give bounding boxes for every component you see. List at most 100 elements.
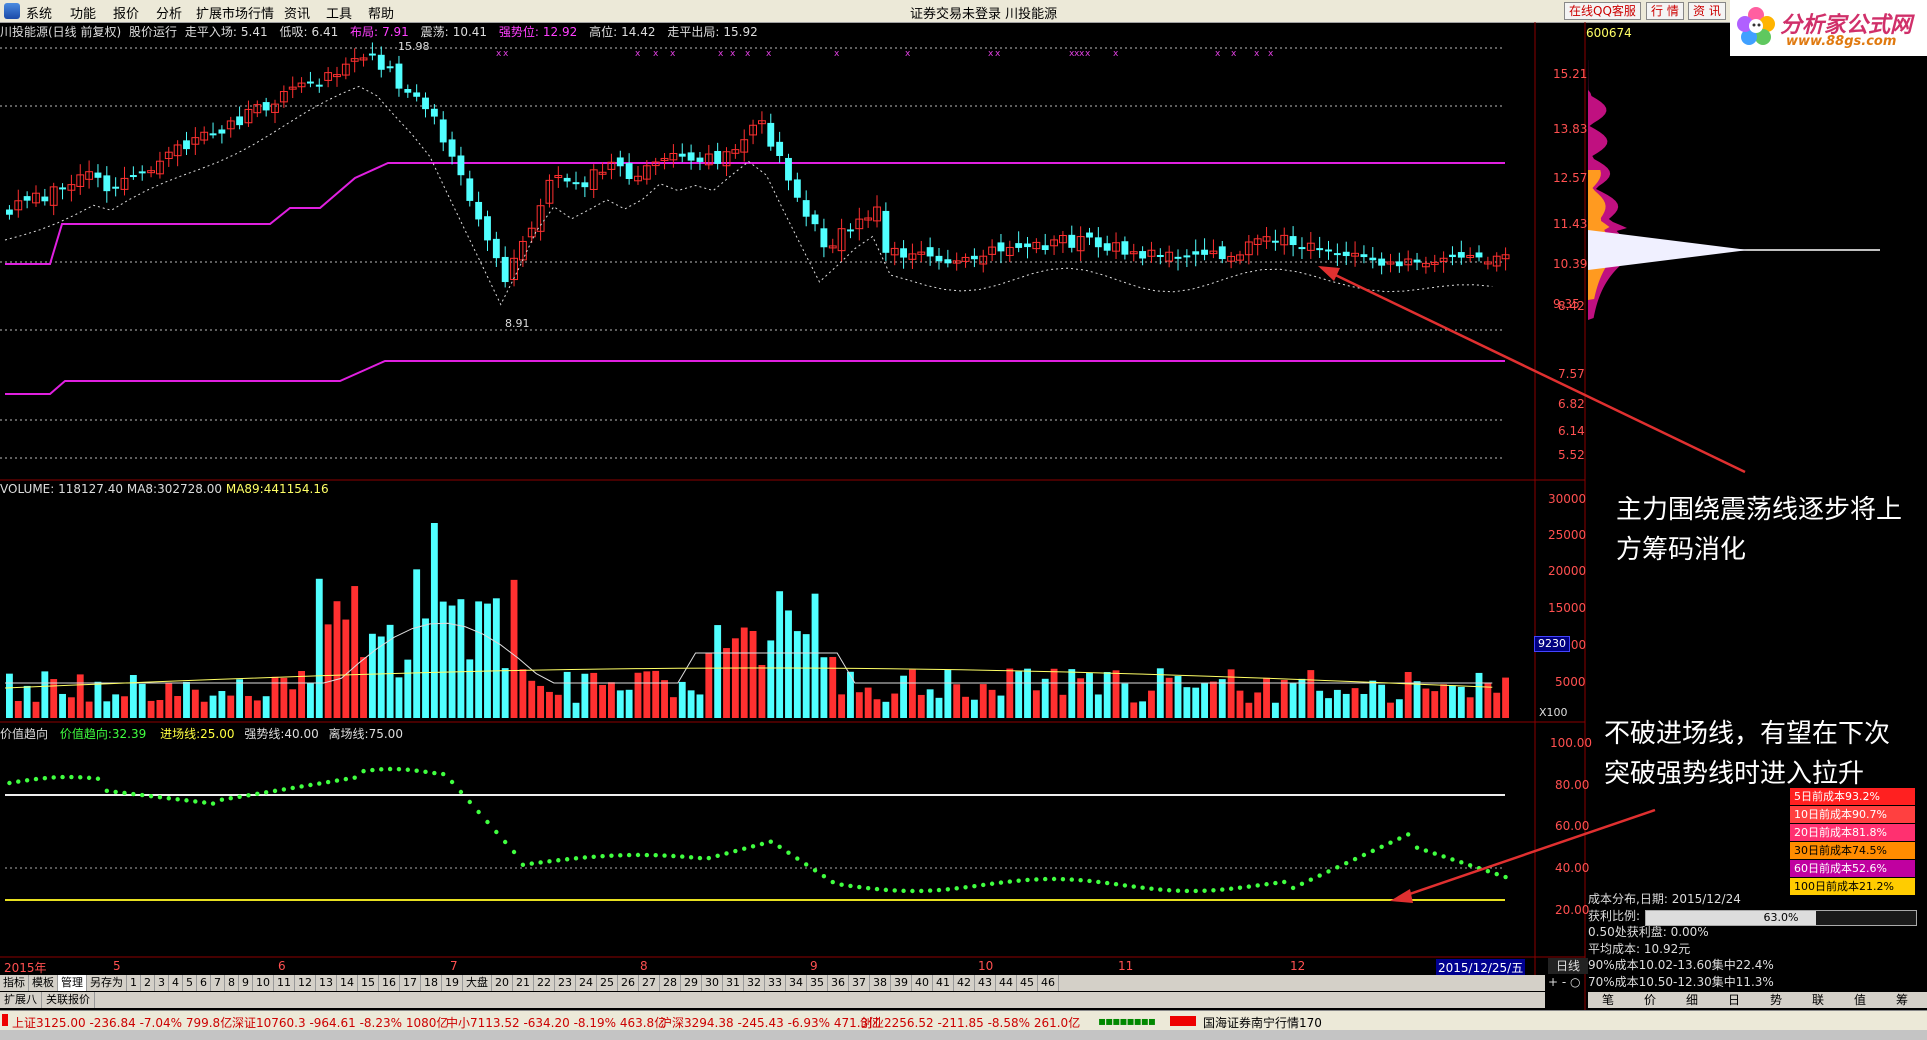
tab-32[interactable]: 28: [660, 975, 681, 991]
qq-support-button[interactable]: 在线QQ客服: [1564, 2, 1641, 20]
right-btn-6[interactable]: 值: [1854, 992, 1866, 1008]
right-btn-1[interactable]: 价: [1644, 992, 1656, 1008]
right-btn-0[interactable]: 笔: [1602, 992, 1614, 1008]
volume-bar: [236, 679, 244, 718]
right-btn-2[interactable]: 细: [1686, 992, 1698, 1008]
ext-tab-1[interactable]: 关联报价: [42, 992, 95, 1008]
trend-dot: [821, 873, 827, 879]
menu-analysis[interactable]: 分析: [156, 3, 182, 22]
menu-tools[interactable]: 工具: [326, 3, 352, 22]
tab-8[interactable]: 5: [183, 975, 197, 991]
tab-39[interactable]: 35: [807, 975, 828, 991]
tab-36[interactable]: 32: [744, 975, 765, 991]
tab-38[interactable]: 34: [786, 975, 807, 991]
chip-peak: [1588, 230, 1748, 270]
tab-48[interactable]: 44: [996, 975, 1017, 991]
menu-ext-market[interactable]: 扩展市场行情: [196, 3, 274, 22]
date-tick: 2015年: [4, 961, 47, 975]
right-btn-5[interactable]: 联: [1812, 992, 1824, 1008]
tab-11[interactable]: 8: [225, 975, 239, 991]
tab-1[interactable]: 模板: [29, 975, 58, 991]
tab-43[interactable]: 39: [891, 975, 912, 991]
trend-dot: [1184, 888, 1190, 894]
tab-44[interactable]: 40: [912, 975, 933, 991]
trend-dot: [219, 797, 225, 802]
signal-mark: x: [766, 49, 772, 59]
candle-body: [1183, 255, 1191, 258]
tab-6[interactable]: 3: [155, 975, 169, 991]
menu-system[interactable]: 系统: [26, 3, 52, 22]
right-btn-3[interactable]: 日: [1728, 992, 1740, 1008]
volume-tick: 30000: [1548, 492, 1587, 506]
tab-25[interactable]: 21: [513, 975, 534, 991]
tab-16[interactable]: 13: [316, 975, 337, 991]
tab-7[interactable]: 4: [169, 975, 183, 991]
right-btn-7[interactable]: 筹: [1896, 992, 1908, 1008]
ext-tab-0[interactable]: 扩展八: [0, 992, 42, 1008]
tab-30[interactable]: 26: [618, 975, 639, 991]
quote-button[interactable]: 行 情: [1646, 2, 1684, 20]
trend-dot: [1494, 871, 1499, 877]
zoom-controls[interactable]: + - ○: [1548, 975, 1580, 989]
tab-24[interactable]: 20: [492, 975, 513, 991]
volume-tick: 25000: [1548, 528, 1587, 542]
tab-13[interactable]: 10: [253, 975, 274, 991]
tab-29[interactable]: 25: [597, 975, 618, 991]
trend-dot: [157, 795, 163, 800]
tab-50[interactable]: 46: [1038, 975, 1059, 991]
volume-tick: 20000: [1548, 564, 1587, 578]
tab-2[interactable]: 管理: [58, 975, 87, 991]
tab-0[interactable]: 指标: [0, 975, 29, 991]
tab-27[interactable]: 23: [555, 975, 576, 991]
tab-41[interactable]: 37: [849, 975, 870, 991]
candle-body: [1147, 249, 1156, 257]
volume-bar: [41, 671, 49, 718]
tab-4[interactable]: 1: [127, 975, 141, 991]
menu-quote[interactable]: 报价: [113, 3, 139, 22]
menu-info[interactable]: 资讯: [284, 3, 310, 22]
tab-34[interactable]: 30: [702, 975, 723, 991]
tab-45[interactable]: 41: [933, 975, 954, 991]
tab-37[interactable]: 33: [765, 975, 786, 991]
volume-bar: [749, 630, 757, 718]
menu-help[interactable]: 帮助: [368, 3, 394, 22]
tab-40[interactable]: 36: [828, 975, 849, 991]
tab-21[interactable]: 18: [421, 975, 442, 991]
right-btn-4[interactable]: 势: [1770, 992, 1782, 1008]
tab-28[interactable]: 24: [576, 975, 597, 991]
candle-body: [324, 72, 333, 81]
tab-35[interactable]: 31: [723, 975, 744, 991]
volume-bar: [475, 601, 483, 718]
tab-31[interactable]: 27: [639, 975, 660, 991]
annotation-arrow-1: [1324, 268, 1746, 474]
period-selector[interactable]: 日线: [1548, 958, 1588, 974]
tab-3[interactable]: 另存为: [87, 975, 127, 991]
tab-33[interactable]: 29: [681, 975, 702, 991]
tab-19[interactable]: 16: [379, 975, 400, 991]
tab-5[interactable]: 2: [141, 975, 155, 991]
tab-26[interactable]: 22: [534, 975, 555, 991]
volume-bar: [289, 689, 297, 718]
tab-47[interactable]: 43: [975, 975, 996, 991]
tab-49[interactable]: 45: [1017, 975, 1038, 991]
news-button[interactable]: 资 讯: [1688, 2, 1726, 20]
volume-bar: [191, 689, 199, 718]
tab-46[interactable]: 42: [954, 975, 975, 991]
tab-20[interactable]: 17: [400, 975, 421, 991]
tab-12[interactable]: 9: [239, 975, 253, 991]
tab-42[interactable]: 38: [870, 975, 891, 991]
candle-body: [1244, 241, 1253, 256]
tab-23[interactable]: 大盘: [463, 975, 492, 991]
trend-dot: [104, 788, 110, 794]
menu-function[interactable]: 功能: [70, 3, 96, 22]
tab-22[interactable]: 19: [442, 975, 463, 991]
trend-dot: [1202, 888, 1207, 893]
tab-14[interactable]: 11: [274, 975, 295, 991]
candle-body: [961, 256, 970, 262]
tab-18[interactable]: 15: [358, 975, 379, 991]
tab-15[interactable]: 12: [295, 975, 316, 991]
volume-bar: [23, 685, 31, 718]
tab-10[interactable]: 7: [211, 975, 225, 991]
tab-17[interactable]: 14: [337, 975, 358, 991]
tab-9[interactable]: 6: [197, 975, 211, 991]
